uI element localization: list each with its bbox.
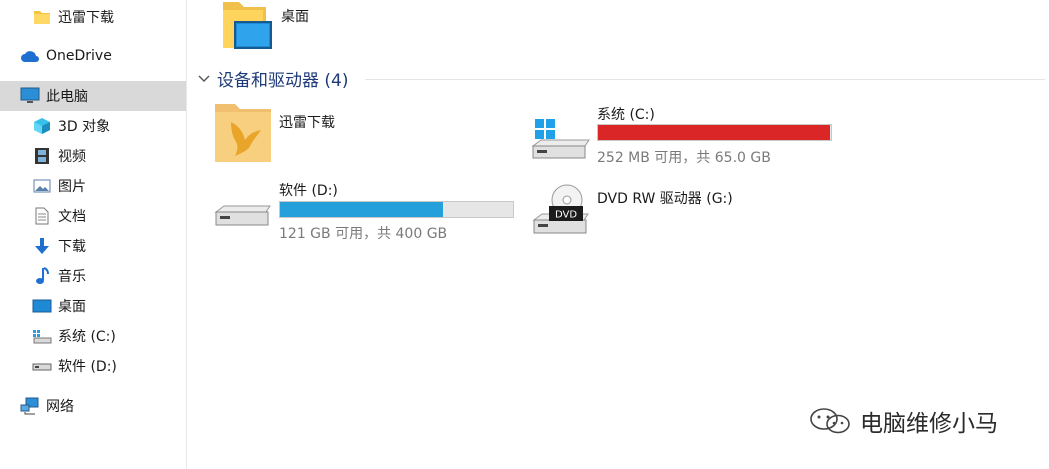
drive-tile-dvd-g[interactable]: DVD DVD RW 驱动器 (G:)	[531, 180, 851, 246]
sidebar-item-pictures[interactable]: 图片	[0, 171, 186, 201]
sidebar-item-downloads[interactable]: 下载	[0, 231, 186, 261]
sidebar-item-label: 3D 对象	[58, 119, 111, 135]
system-drive-icon	[32, 326, 52, 346]
sidebar-item-label: 桌面	[58, 299, 86, 315]
section-divider	[365, 79, 1045, 80]
drive-name: 迅雷下载	[279, 115, 335, 131]
sidebar-item-software-d[interactable]: 软件 (D:)	[0, 351, 186, 381]
sidebar-item-desktop[interactable]: 桌面	[0, 291, 186, 321]
folder-icon	[32, 7, 52, 27]
content-pane: 桌面 设备和驱动器 (4) 迅雷下载 系统 (C:) 252 MB 可用，共 6…	[187, 0, 1049, 469]
sidebar-item-label: 系统 (C:)	[58, 329, 116, 345]
sidebar-item-label: 音乐	[58, 269, 86, 285]
drive-usage-fill	[280, 202, 443, 217]
drive-icon	[32, 356, 52, 376]
cube-3d-icon	[32, 116, 52, 136]
drive-name: 软件 (D:)	[279, 183, 338, 199]
wechat-icon	[810, 408, 850, 434]
document-icon	[32, 206, 52, 226]
windows-drive-icon	[531, 116, 591, 166]
sidebar-item-label: 文档	[58, 209, 86, 225]
sidebar-item-videos[interactable]: 视频	[0, 141, 186, 171]
section-title: 设备和驱动器 (4)	[217, 71, 349, 91]
drive-name: 系统 (C:)	[597, 107, 655, 123]
cloud-icon	[20, 46, 40, 66]
sidebar-item-network[interactable]: 网络	[0, 391, 186, 421]
section-header-devices[interactable]: 设备和驱动器 (4)	[197, 66, 348, 91]
music-note-icon	[32, 266, 52, 286]
chevron-down-icon	[198, 75, 210, 82]
folder-label: 桌面	[281, 9, 309, 25]
xunlei-folder-icon	[213, 100, 273, 168]
sidebar-item-label: 视频	[58, 149, 86, 165]
film-icon	[32, 146, 52, 166]
drive-icon	[213, 194, 273, 244]
sidebar-item-3d-objects[interactable]: 3D 对象	[0, 111, 186, 141]
sidebar-item-label: 迅雷下载	[58, 10, 114, 26]
drive-tile-system-c[interactable]: 系统 (C:) 252 MB 可用，共 65.0 GB	[531, 100, 851, 166]
dvd-badge: DVD	[555, 210, 577, 221]
desktop-icon	[32, 296, 52, 316]
sidebar-item-onedrive[interactable]: OneDrive	[0, 41, 186, 71]
sidebar-item-music[interactable]: 音乐	[0, 261, 186, 291]
sidebar-item-label: 软件 (D:)	[58, 359, 117, 375]
sidebar-item-label: 图片	[58, 179, 86, 195]
folder-desktop[interactable]: 桌面	[221, 0, 341, 56]
drive-tile-software-d[interactable]: 软件 (D:) 121 GB 可用，共 400 GB	[213, 178, 533, 244]
drive-usage-bar-d	[279, 201, 514, 218]
navigation-pane: 迅雷下载 OneDrive 此电脑 3D 对象 视频 图片 文档 下载 音乐 桌…	[0, 0, 187, 469]
sidebar-item-label: 下载	[58, 239, 86, 255]
sidebar-item-this-pc[interactable]: 此电脑	[0, 81, 186, 111]
watermark-text: 电脑维修小马	[860, 411, 998, 437]
drive-usage-text: 121 GB 可用，共 400 GB	[279, 226, 448, 242]
drive-usage-bar-c	[597, 124, 832, 141]
dvd-drive-icon: DVD	[531, 182, 591, 242]
drive-name: DVD RW 驱动器 (G:)	[597, 191, 733, 207]
sidebar-item-documents[interactable]: 文档	[0, 201, 186, 231]
computer-icon	[20, 86, 40, 106]
download-arrow-icon	[32, 236, 52, 256]
network-icon	[20, 396, 40, 416]
sidebar-item-label: 网络	[46, 399, 74, 415]
drive-tile-xunlei[interactable]: 迅雷下载	[213, 100, 413, 166]
drive-usage-fill	[598, 125, 831, 140]
desktop-folder-icon	[221, 0, 273, 56]
sidebar-item-xunlei-download[interactable]: 迅雷下载	[0, 2, 186, 32]
sidebar-item-label: 此电脑	[46, 89, 88, 105]
sidebar-item-label: OneDrive	[46, 48, 112, 64]
drive-usage-text: 252 MB 可用，共 65.0 GB	[597, 150, 771, 166]
sidebar-item-system-c[interactable]: 系统 (C:)	[0, 321, 186, 351]
picture-icon	[32, 176, 52, 196]
watermark: 电脑维修小马	[808, 404, 998, 438]
